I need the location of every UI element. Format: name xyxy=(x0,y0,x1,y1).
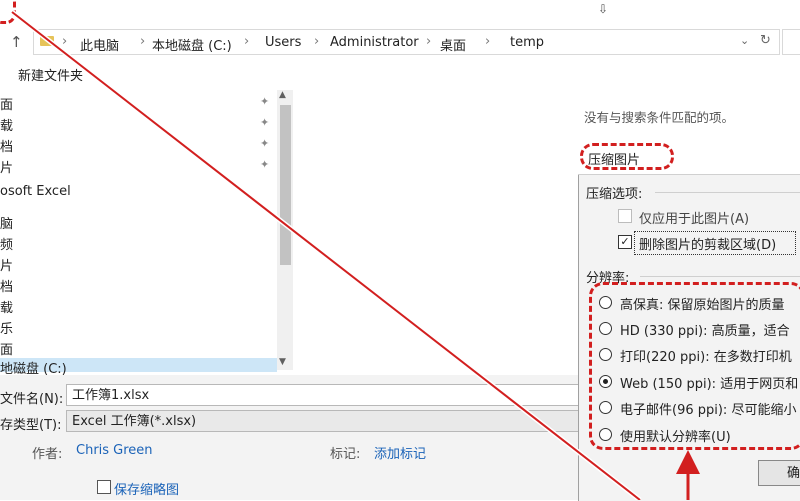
annotation-line xyxy=(11,11,641,500)
annotation-overlay xyxy=(10,10,700,500)
